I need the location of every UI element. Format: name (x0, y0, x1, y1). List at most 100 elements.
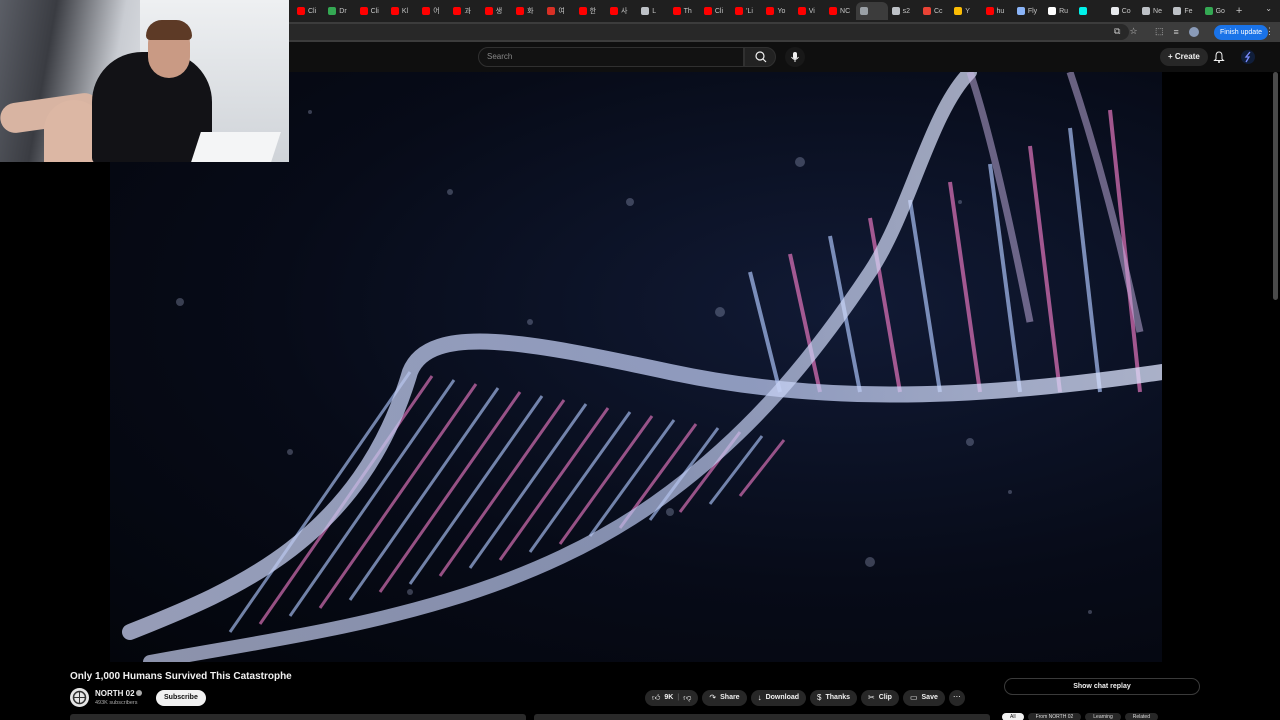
browser-tab[interactable]: hu (982, 2, 1013, 20)
tab-label: Vi (808, 7, 815, 15)
address-bar: ⧉ ☆ ⬚ ≡ Finish update ⋮ (289, 22, 1280, 42)
media-control-icon[interactable]: ≡ (1174, 27, 1179, 37)
browser-tab[interactable]: Cli (356, 2, 387, 20)
browser-tab[interactable]: 과 (449, 2, 480, 20)
browser-tab[interactable]: Vi (794, 2, 825, 20)
tab-label: Go (1215, 7, 1225, 15)
omnibox[interactable] (289, 24, 1129, 40)
browser-tab[interactable]: 한 (575, 2, 606, 20)
channel-avatar[interactable] (70, 688, 89, 707)
save-label: Save (921, 694, 938, 701)
browser-tab[interactable]: 여 (543, 2, 574, 20)
tab-label: Fly (1027, 7, 1038, 15)
tab-search-icon[interactable]: ⌄ (1265, 4, 1272, 13)
browser-tab[interactable]: 어 (418, 2, 449, 20)
browser-tab[interactable]: Cli (293, 2, 324, 20)
search-input[interactable]: Search (478, 47, 744, 67)
channel-name[interactable]: NORTH 02 (95, 689, 135, 698)
subscribe-button[interactable]: Subscribe (156, 690, 206, 706)
clip-button[interactable]: ✂ Clip (861, 690, 899, 706)
browser-tab[interactable]: Ne (1138, 2, 1169, 20)
browser-menu-icon[interactable]: ⋮ (1265, 26, 1274, 37)
browser-tab[interactable]: NC (825, 2, 856, 20)
tab-favicon-icon (1016, 7, 1025, 15)
verified-badge-icon (136, 690, 142, 696)
browser-tab[interactable]: 'Li (731, 2, 762, 20)
particle (666, 508, 674, 516)
particle (407, 589, 413, 595)
browser-tab[interactable]: s2 (888, 2, 919, 20)
tab-favicon-icon (453, 7, 462, 15)
install-icon[interactable]: ⧉ (1114, 26, 1120, 37)
dna-rung (228, 371, 412, 633)
account-avatar[interactable] (1241, 50, 1255, 64)
voice-search-button[interactable] (785, 47, 805, 67)
more-actions-icon[interactable]: ⋯ (948, 690, 965, 706)
thanks-button[interactable]: $ Thanks (810, 690, 858, 706)
browser-tab[interactable]: Fly (1013, 2, 1044, 20)
tab-favicon-icon (672, 7, 681, 15)
browser-tab[interactable]: Fe (1169, 2, 1200, 20)
particle (527, 319, 533, 325)
search-button[interactable] (744, 47, 776, 67)
filter-chip[interactable]: Related (1124, 713, 1158, 720)
tab-favicon-icon (1173, 7, 1182, 15)
browser-tab[interactable]: Co (1107, 2, 1138, 20)
download-label: Download (765, 694, 800, 701)
toolbar-icons: ⬚ ≡ (1155, 26, 1199, 37)
browser-tab[interactable]: L (637, 2, 668, 20)
filter-chip[interactable]: Learning (1085, 713, 1121, 720)
like-button[interactable]: 👍︎ 9K | 👎︎ (645, 690, 699, 706)
notifications-bell-icon[interactable] (1213, 51, 1225, 63)
browser-tab[interactable] (1075, 2, 1106, 20)
tab-favicon-icon (766, 7, 775, 15)
browser-tab[interactable]: 생 (481, 2, 512, 20)
browser-tab[interactable]: Ru (1044, 2, 1075, 20)
tab-favicon-icon (516, 7, 525, 15)
browser-tab[interactable]: Dr (324, 2, 355, 20)
extensions-icon[interactable]: ⬚ (1155, 26, 1164, 37)
bookmark-star-icon[interactable]: ☆ (1129, 26, 1137, 37)
tab-favicon-icon (1142, 7, 1151, 15)
show-chat-replay-button[interactable]: Show chat replay (1004, 678, 1200, 695)
profile-icon[interactable] (1188, 26, 1199, 37)
browser-tab[interactable] (856, 2, 888, 20)
share-button[interactable]: ↷ Share (702, 690, 747, 706)
dna-rung (738, 439, 786, 497)
microphone-icon (791, 52, 799, 62)
browser-tab[interactable]: Cli (700, 2, 731, 20)
tab-label: Y (965, 7, 970, 15)
channel-logo-icon (72, 690, 87, 705)
particle (1088, 610, 1092, 614)
new-tab-button[interactable]: + (1236, 5, 1242, 17)
browser-tab[interactable]: Yo (762, 2, 793, 20)
finish-update-button[interactable]: Finish update (1214, 25, 1269, 40)
clip-label: Clip (878, 694, 892, 701)
tab-label: 한 (589, 8, 597, 15)
create-button[interactable]: + Create (1160, 48, 1208, 66)
browser-tab[interactable]: Cc (919, 2, 950, 20)
tab-favicon-icon (1048, 7, 1057, 15)
filter-chip[interactable]: From NORTH 02 (1027, 713, 1082, 720)
omnibox-icons: ⧉ ☆ (1114, 26, 1138, 37)
save-button[interactable]: ▭ Save (902, 690, 945, 706)
tab-favicon-icon (985, 7, 994, 15)
page-scrollbar[interactable] (1273, 72, 1278, 300)
tab-favicon-icon (390, 7, 399, 15)
search-icon (755, 51, 767, 63)
thumbs-down-icon[interactable]: 👎︎ (683, 690, 691, 706)
browser-tab[interactable]: Kl (387, 2, 418, 20)
plus-icon: + (1168, 52, 1175, 61)
download-button[interactable]: ↓ Download (750, 690, 807, 706)
tab-favicon-icon (891, 7, 900, 15)
browser-tab[interactable]: Y (950, 2, 981, 20)
tab-label: 과 (464, 8, 471, 15)
filter-chip[interactable]: All (1002, 713, 1024, 720)
browser-tab[interactable]: Go (1201, 2, 1232, 20)
browser-tab[interactable]: Th (669, 2, 700, 20)
browser-tab[interactable]: 사 (606, 2, 637, 20)
tab-favicon-icon (609, 7, 618, 15)
browser-tab[interactable]: 화 (512, 2, 543, 20)
tab-label: Kl (401, 7, 409, 15)
description-box[interactable] (70, 714, 526, 720)
